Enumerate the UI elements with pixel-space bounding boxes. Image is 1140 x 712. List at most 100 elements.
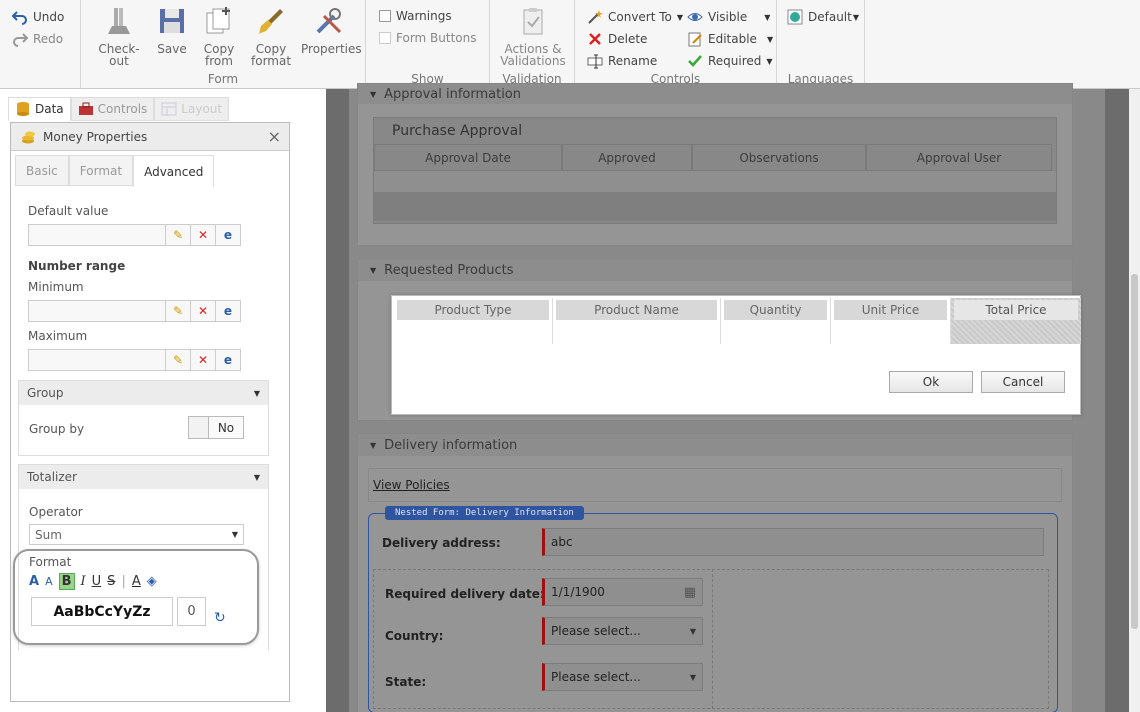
delivery-address-input[interactable]: abc xyxy=(542,528,1044,556)
ok-button[interactable]: Ok xyxy=(889,371,973,393)
font-shrink-icon[interactable]: A xyxy=(45,575,53,588)
warnings-checkbox[interactable]: Warnings xyxy=(379,9,452,23)
pencil-icon[interactable]: ✎ xyxy=(165,350,190,370)
redo-button[interactable]: Redo xyxy=(12,31,63,47)
pencil-icon[interactable]: ✎ xyxy=(165,225,190,245)
group-section: Group ▼ Group by No xyxy=(18,380,269,456)
required-date-input[interactable]: 1/1/1900 ▦ xyxy=(542,578,703,606)
close-icon[interactable]: × xyxy=(268,127,281,146)
maximum-field[interactable]: ✎ ✕ e xyxy=(28,349,241,371)
number-range-heading: Number range xyxy=(28,259,126,273)
section-header[interactable]: ▼ Approval information xyxy=(358,84,1072,104)
font-grow-icon[interactable]: A xyxy=(29,574,39,589)
rename-button[interactable]: Rename xyxy=(587,53,657,69)
clear-icon[interactable]: ✕ xyxy=(190,350,215,370)
clear-icon[interactable]: ✕ xyxy=(190,301,215,321)
undo-button[interactable]: Undo xyxy=(12,9,64,25)
coins-icon xyxy=(22,131,35,143)
format-toolbar: A A B I U S | A ◈ xyxy=(29,573,157,590)
column-header: Approval User xyxy=(866,144,1052,171)
fill-color-icon[interactable]: ◈ xyxy=(147,574,157,589)
product-column[interactable]: Product Type xyxy=(394,298,553,344)
font-color-icon[interactable]: A xyxy=(132,574,141,589)
state-select[interactable]: Please select... ▼ xyxy=(542,663,703,691)
pencil-icon[interactable]: ✎ xyxy=(165,301,190,321)
convert-to-button[interactable]: Convert To ▼ xyxy=(587,9,683,25)
group-by-toggle[interactable]: No xyxy=(188,416,244,439)
pane-tabs: Data Controls Layout xyxy=(8,97,230,121)
actions-validations-button[interactable]: Actions & Validations xyxy=(498,6,568,67)
undo-icon xyxy=(12,11,27,25)
operator-select[interactable]: Sum ▼ xyxy=(29,524,244,545)
refresh-icon[interactable]: ↻ xyxy=(214,610,226,626)
dropdown-arrow-icon: ▼ xyxy=(766,34,774,44)
cancel-button[interactable]: Cancel xyxy=(981,371,1065,393)
decimal-places-field[interactable]: 0 xyxy=(177,597,206,626)
eye-icon xyxy=(687,13,703,21)
totalizer-section-header[interactable]: Totalizer ▼ xyxy=(19,465,268,489)
format-label: Format xyxy=(29,555,72,569)
column-header: Approval Date xyxy=(374,144,562,171)
strikethrough-icon[interactable]: S xyxy=(107,574,115,589)
product-column[interactable]: Unit Price xyxy=(831,298,951,344)
properties-pane: Data Controls Layout Money Properties × … xyxy=(0,89,326,712)
required-button[interactable]: Required ▼ xyxy=(687,53,773,69)
minimum-field[interactable]: ✎ ✕ e xyxy=(28,300,241,322)
save-button[interactable]: Save xyxy=(153,6,191,55)
section-header[interactable]: ▼ Requested Products xyxy=(358,259,1072,281)
language-default-button[interactable]: Default ▼ xyxy=(787,9,859,25)
minimum-label: Minimum xyxy=(28,280,84,294)
calendar-icon[interactable]: ▦ xyxy=(684,585,696,600)
product-column[interactable]: Total Price xyxy=(951,298,1081,344)
tab-controls[interactable]: Controls xyxy=(70,97,155,121)
paintbrush-icon xyxy=(259,9,283,34)
rename-icon xyxy=(587,54,603,69)
country-select[interactable]: Please select... ▼ xyxy=(542,617,703,645)
visible-button[interactable]: Visible ▼ xyxy=(687,9,770,25)
expression-icon[interactable]: e xyxy=(215,301,240,321)
dropdown-arrow-icon: ▼ xyxy=(676,12,684,22)
group-by-label: Group by xyxy=(29,422,85,436)
delivery-information-section: ▼ Delivery information View Policies Nes… xyxy=(357,433,1073,712)
expression-icon[interactable]: e xyxy=(215,350,240,370)
underline-icon[interactable]: U xyxy=(92,574,102,589)
product-column[interactable]: Product Name xyxy=(553,298,721,344)
operator-label: Operator xyxy=(29,505,83,519)
form-group-label: Form xyxy=(207,72,239,86)
delete-button[interactable]: Delete xyxy=(587,31,647,47)
delete-icon xyxy=(589,33,601,45)
clear-icon[interactable]: ✕ xyxy=(190,225,215,245)
bold-icon[interactable]: B xyxy=(58,573,75,590)
section-header[interactable]: ▼ Delivery information xyxy=(358,434,1072,456)
copy-from-button[interactable]: Copy from xyxy=(197,6,241,67)
view-policies-link[interactable]: View Policies xyxy=(373,478,450,492)
tab-format[interactable]: Format xyxy=(68,155,134,186)
tab-layout[interactable]: Layout xyxy=(154,97,230,121)
required-date-label: Required delivery date: xyxy=(385,587,545,601)
expression-icon[interactable]: e xyxy=(215,225,240,245)
group-section-header[interactable]: Group ▼ xyxy=(19,381,268,405)
tools-icon xyxy=(316,8,342,34)
form-buttons-checkbox[interactable]: Form Buttons xyxy=(379,31,477,45)
scrollbar-thumb[interactable] xyxy=(1131,274,1138,629)
default-value-field[interactable]: ✎ ✕ e xyxy=(28,224,241,246)
scrollbar[interactable] xyxy=(1129,89,1140,712)
products-grid-editor-dialog: Product Type Product Name Quantity Unit Pri… xyxy=(391,295,1081,415)
nested-form-delivery: Nested Form: Delivery Information Delive… xyxy=(368,506,1058,712)
tab-advanced[interactable]: Advanced xyxy=(133,155,215,187)
default-value-label: Default value xyxy=(28,204,109,218)
tab-data[interactable]: Data xyxy=(8,97,71,121)
editable-button[interactable]: Editable ▼ xyxy=(687,31,773,47)
italic-icon[interactable]: I xyxy=(81,574,86,589)
tab-basic[interactable]: Basic xyxy=(15,155,69,186)
checkout-button[interactable]: Check-out xyxy=(89,6,149,67)
checkbox-icon xyxy=(379,10,391,22)
maximum-label: Maximum xyxy=(28,329,88,343)
copy-format-button[interactable]: Copy format xyxy=(247,6,295,67)
product-column[interactable]: Quantity xyxy=(721,298,831,344)
state-label: State: xyxy=(385,675,427,689)
database-icon xyxy=(17,102,29,116)
properties-button[interactable]: Properties xyxy=(301,6,362,55)
inner-layout-divider xyxy=(712,569,713,709)
languages-group: Default ▼ Languages xyxy=(777,0,865,89)
